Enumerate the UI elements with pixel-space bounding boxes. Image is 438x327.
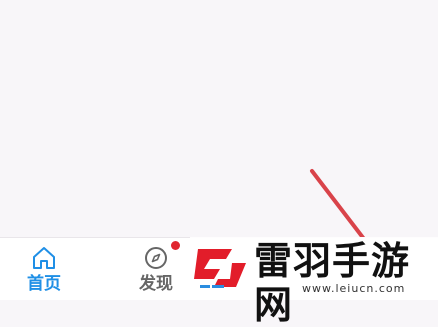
watermark-logo-icon <box>194 249 246 288</box>
home-icon <box>33 247 55 269</box>
compass-icon <box>145 247 167 269</box>
annotation-arrow <box>310 169 366 241</box>
discover-notification-badge <box>171 241 180 250</box>
tab-home[interactable]: 首页 <box>14 242 74 298</box>
tab-discover[interactable]: 发现 <box>126 242 186 298</box>
watermark-url: www.leiucn.com <box>302 282 406 295</box>
tab-home-label: 首页 <box>27 274 61 294</box>
tab-discover-label: 发现 <box>139 274 173 294</box>
watermark: 雷羽手游网 www.leiucn.com <box>190 237 438 327</box>
